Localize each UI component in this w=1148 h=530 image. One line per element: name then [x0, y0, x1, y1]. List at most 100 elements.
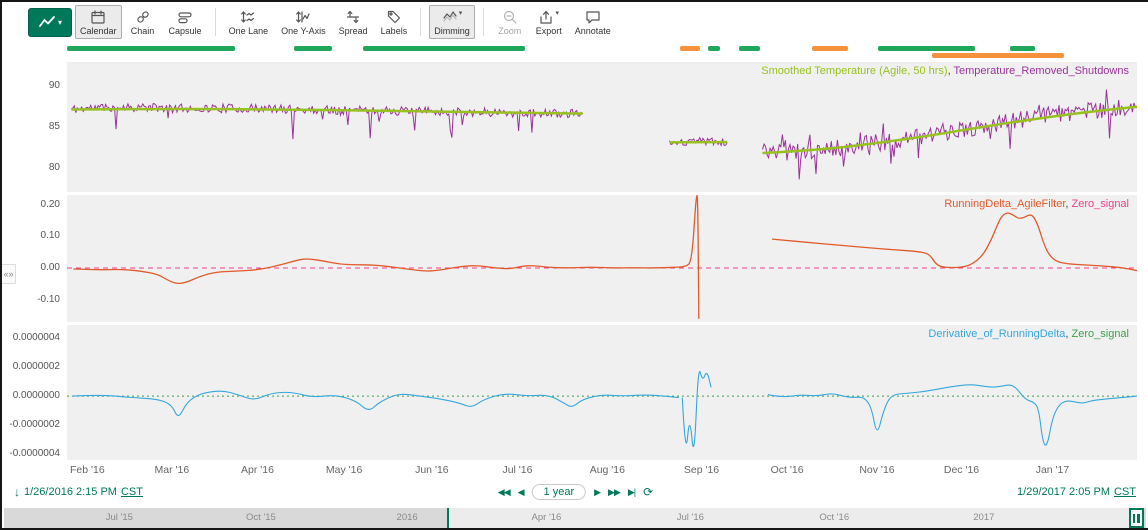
investigate-range-icon[interactable]: ↓	[14, 485, 20, 499]
caret-down-icon: ▾	[58, 18, 62, 27]
temperature-plot[interactable]: Smoothed Temperature (Agile, 50 hrs), Te…	[67, 62, 1137, 192]
x-axis-label: Feb '16	[70, 464, 105, 476]
x-axis-label: Mar '16	[155, 464, 190, 476]
y-tick-label: 80	[49, 162, 60, 173]
trend-view-button[interactable]: ▾	[28, 8, 72, 37]
x-axis: Feb '16Mar '16Apr '16May '16Jun '16Jul '…	[67, 460, 1137, 480]
capsule-bar[interactable]	[363, 46, 525, 51]
step-forward-button[interactable]: ▶	[594, 487, 600, 498]
toolbar-button-dimming[interactable]: ▾ Dimming	[429, 5, 475, 39]
series-RunningDelta_AgileFilter	[772, 213, 1137, 270]
derivative-plot-svg	[67, 325, 1137, 460]
capsule-bar[interactable]	[932, 53, 1065, 58]
capsule-bar[interactable]	[708, 46, 720, 51]
capsule-bar[interactable]	[67, 46, 235, 51]
toolbar-button-export[interactable]: ▾ Export	[531, 5, 567, 39]
calendar-icon	[90, 9, 106, 25]
capsule-bar[interactable]	[878, 46, 975, 51]
step-back-button[interactable]: ◀	[518, 487, 524, 498]
temperature-plot-svg	[67, 62, 1137, 192]
labels-icon	[386, 9, 402, 25]
y-tick-label: 0.0000000	[13, 390, 60, 401]
x-axis-label: Oct '16	[771, 464, 804, 476]
range-end: 1/29/2017 2:05 PM CST	[1017, 486, 1136, 498]
toolbar-button-spread[interactable]: Spread	[334, 5, 373, 39]
toolbar-button-capsule[interactable]: Capsule	[164, 5, 207, 39]
annotate-icon	[585, 9, 601, 25]
derivative-legend: Derivative_of_RunningDelta, Zero_signal	[928, 328, 1129, 340]
capsule-lane	[67, 44, 1137, 62]
panel-collapse-handle[interactable]: «»	[2, 264, 16, 284]
x-axis-label: Apr '16	[241, 464, 274, 476]
running-delta-legend: RunningDelta_AgileFilter, Zero_signal	[944, 198, 1129, 210]
capsule-bar[interactable]	[294, 46, 333, 51]
toolbar-separator	[483, 8, 484, 36]
caret-down-icon: ▾	[555, 9, 559, 17]
timeline-right-handle[interactable]	[1129, 508, 1144, 528]
capsule-bar[interactable]	[1010, 46, 1036, 51]
running-delta-plot[interactable]: RunningDelta_AgileFilter, Zero_signal	[67, 195, 1137, 322]
caret-down-icon: ▾	[459, 9, 463, 17]
range-start-timezone[interactable]: CST	[121, 486, 143, 498]
x-axis-label: Aug '16	[590, 464, 625, 476]
range-end-date[interactable]: 1/29/2017 2:05 PM	[1017, 486, 1110, 498]
one-y-axis-icon	[295, 9, 311, 25]
capsule-bar[interactable]	[812, 46, 848, 51]
timeline-label: Apr '16	[532, 512, 562, 523]
step-to-end-button[interactable]: ▶|	[628, 487, 635, 498]
range-start-date[interactable]: 1/26/2016 2:15 PM	[24, 486, 117, 498]
toolbar-separator	[215, 8, 216, 36]
x-axis-label: Sep '16	[684, 464, 719, 476]
toolbar-button-one-lane[interactable]: One Lane	[224, 5, 274, 39]
timeline-label: Oct '16	[819, 512, 849, 523]
grip-icon	[1137, 514, 1140, 523]
export-icon	[538, 9, 554, 25]
timeline-label: 2017	[973, 512, 994, 523]
temperature-lane: 908580 Smoothed Temperature (Agile, 50 h…	[2, 62, 1148, 192]
toolbar-button-labels[interactable]: Labels	[376, 5, 413, 39]
one-lane-icon	[240, 9, 256, 25]
range-end-timezone[interactable]: CST	[1114, 486, 1136, 498]
series-RunningDelta_AgileFilter	[73, 195, 698, 319]
y-tick-label: 0.10	[41, 230, 60, 241]
toolbar: ▾ Calendar Chain Capsule	[2, 2, 1148, 42]
toolbar-button-chain[interactable]: Chain	[125, 5, 161, 39]
legend-item[interactable]: Zero_signal	[1072, 198, 1129, 210]
timeline-label: Jul '15	[106, 512, 133, 523]
legend-item[interactable]: RunningDelta_AgileFilter	[944, 198, 1065, 210]
legend-item[interactable]: Zero_signal	[1072, 328, 1129, 340]
refresh-button[interactable]: ⟳	[643, 485, 652, 499]
timeline-label: Oct '15	[246, 512, 276, 523]
dimming-icon	[442, 9, 458, 25]
time-range-bar: ↓ 1/26/2016 2:15 PM CST ◀◀ ◀ 1 year ▶ ▶▶…	[2, 480, 1148, 504]
toolbar-button-zoom: Zoom	[492, 5, 528, 39]
derivative-plot[interactable]: Derivative_of_RunningDelta, Zero_signal	[67, 325, 1137, 460]
legend-item[interactable]: Derivative_of_RunningDelta	[928, 328, 1065, 340]
y-tick-label: 0.20	[41, 199, 60, 210]
trend-analysis-app: ▾ Calendar Chain Capsule	[0, 0, 1148, 530]
legend-item[interactable]: Smoothed Temperature (Agile, 50 hrs)	[761, 65, 947, 77]
y-tick-label: 0.00	[41, 262, 60, 273]
legend-item[interactable]: Temperature_Removed_Shutdowns	[954, 65, 1130, 77]
zoom-out-icon	[502, 9, 518, 25]
step-forward-fast-button[interactable]: ▶▶	[608, 487, 620, 498]
toolbar-separator	[420, 8, 421, 36]
toolbar-button-one-y-axis[interactable]: One Y-Axis	[276, 5, 331, 39]
y-tick-label: -0.10	[37, 294, 60, 305]
timeline-track[interactable]: Jul '15Oct '152016Apr '16Jul '16Oct '162…	[4, 508, 1146, 528]
toolbar-button-annotate[interactable]: Annotate	[570, 5, 616, 39]
grip-icon	[1133, 514, 1136, 523]
duration-button[interactable]: 1 year	[532, 484, 587, 500]
x-axis-label: Jun '16	[415, 464, 449, 476]
y-axis-running-delta: 0.20 0.10 0.00 -0.10	[2, 195, 67, 322]
capsule-bar[interactable]	[680, 46, 700, 51]
derivative-lane: 0.00000040.00000020.0000000-0.0000002-0.…	[2, 325, 1148, 460]
timeline-label: Jul '16	[677, 512, 704, 523]
range-navigation: ◀◀ ◀ 1 year ▶ ▶▶ ▶| ⟳	[498, 484, 652, 500]
trend-icon	[38, 15, 56, 29]
capsule-icon	[177, 9, 193, 25]
toolbar-button-calendar[interactable]: Calendar	[75, 5, 122, 39]
series-Derivative_of_RunningDelta	[768, 385, 1137, 445]
step-back-fast-button[interactable]: ◀◀	[498, 487, 510, 498]
capsule-bar[interactable]	[739, 46, 760, 51]
